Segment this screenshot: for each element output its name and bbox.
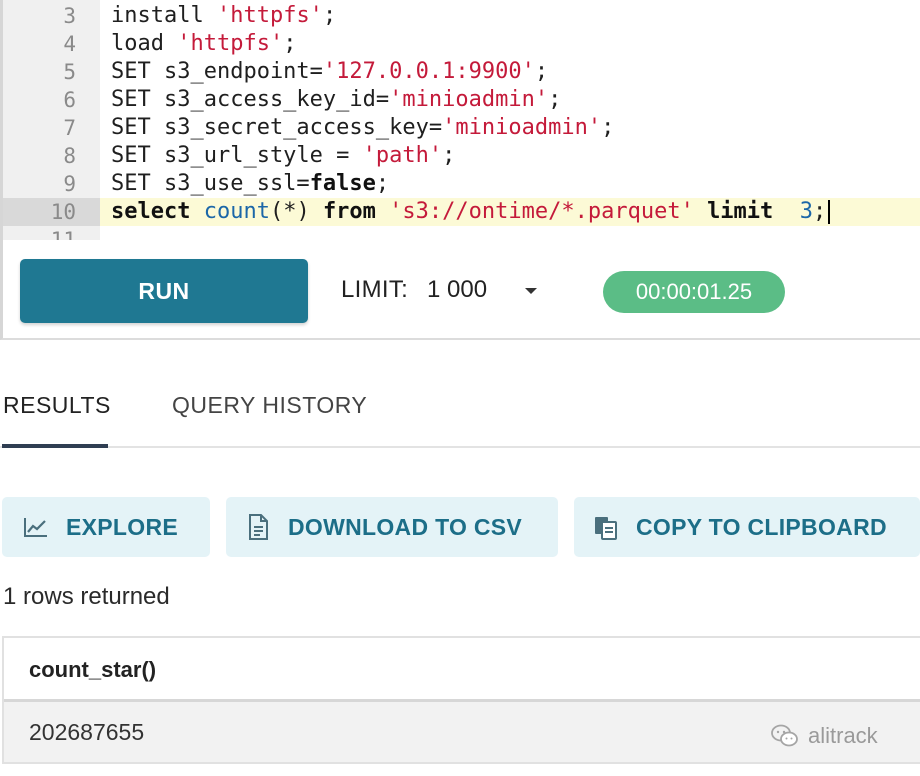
chart-line-icon	[22, 513, 50, 541]
code-token: false	[309, 171, 376, 196]
rows-returned-text: 1 rows returned	[3, 583, 170, 610]
active-tab-indicator	[2, 444, 108, 448]
explore-label: EXPLORE	[66, 513, 179, 540]
code-token: ;	[283, 31, 297, 56]
code-token: ;	[322, 3, 337, 28]
code-token: (*)	[269, 199, 323, 224]
code-token: SET s3_use_ssl=	[111, 171, 310, 196]
code-token: 'minioadmin'	[389, 87, 549, 112]
explore-button[interactable]: EXPLORE	[2, 497, 210, 557]
wechat-icon	[770, 723, 800, 749]
code-text[interactable]: load 'httpfs';	[111, 30, 296, 58]
download-csv-label: DOWNLOAD TO CSV	[288, 513, 523, 540]
results-tabs: RESULTS QUERY HISTORY	[0, 370, 920, 448]
code-text[interactable]: select count(*) from 's3://ontime/*.parq…	[111, 198, 831, 226]
document-icon	[244, 513, 272, 541]
code-line[interactable]: 11	[3, 226, 920, 240]
code-token: '127.0.0.1:9900'	[322, 59, 535, 84]
code-text[interactable]: SET s3_access_key_id='minioadmin';	[111, 86, 561, 114]
elapsed-time-badge: 00:00:01.25	[603, 271, 785, 313]
table-header[interactable]: count_star()	[4, 638, 920, 702]
code-token: SET s3_url_style =	[111, 143, 363, 168]
code-token: select	[111, 199, 204, 224]
sql-editor[interactable]: 3 install 'httpfs'; 4 load 'httpfs'; 5 SET s3…	[0, 0, 920, 240]
caret-down-icon[interactable]	[525, 288, 537, 294]
tab-results[interactable]: RESULTS	[3, 392, 111, 419]
code-token: limit	[707, 199, 774, 224]
code-token: ;	[601, 115, 615, 140]
run-button[interactable]: RUN	[20, 259, 308, 323]
watermark-text: alitrack	[808, 723, 878, 748]
code-token: load	[111, 31, 178, 56]
code-token: 'httpfs'	[177, 31, 284, 56]
code-token: from	[322, 199, 390, 224]
code-line[interactable]: 7 SET s3_secret_access_key='minioadmin';	[3, 114, 920, 142]
code-lines[interactable]: 3 install 'httpfs'; 4 load 'httpfs'; 5 SET s3…	[3, 2, 920, 240]
code-text[interactable]: SET s3_use_ssl=false;	[111, 170, 389, 198]
line-number: 9	[63, 172, 76, 196]
line-number: 11	[50, 228, 76, 240]
limit-label: LIMIT:	[341, 276, 409, 303]
code-token: 'minioadmin'	[442, 115, 602, 140]
code-line[interactable]: 6 SET s3_access_key_id='minioadmin';	[3, 86, 920, 114]
code-token: SET s3_secret_access_key=	[111, 115, 443, 140]
code-token: ;	[442, 143, 456, 168]
code-text[interactable]: SET s3_url_style = 'path';	[111, 142, 455, 170]
line-number: 7	[63, 116, 76, 140]
copy-to-clipboard-button[interactable]: COPY TO CLIPBOARD	[574, 497, 920, 557]
text-cursor	[828, 200, 831, 224]
line-number: 6	[63, 88, 76, 112]
code-token: SET s3_access_key_id=	[111, 87, 390, 112]
code-token: 3	[799, 199, 814, 224]
line-number: 10	[3, 198, 100, 226]
line-number: 3	[63, 4, 76, 28]
table-cell: 202687655	[29, 719, 145, 745]
line-number: 8	[63, 144, 76, 168]
code-line[interactable]: 3 install 'httpfs';	[3, 2, 920, 30]
code-token: ;	[375, 171, 390, 196]
code-text[interactable]: SET s3_secret_access_key='minioadmin';	[111, 114, 614, 142]
code-line[interactable]: 10 select count(*) from 's3://ontime/*.pa…	[3, 198, 920, 226]
clipboard-icon	[592, 513, 620, 541]
code-token: SET s3_endpoint=	[111, 59, 323, 84]
code-token: ;	[548, 87, 562, 112]
watermark: alitrack	[770, 723, 878, 749]
column-header: count_star()	[29, 657, 157, 682]
download-csv-button[interactable]: DOWNLOAD TO CSV	[226, 497, 558, 557]
code-token: ;	[813, 199, 827, 224]
run-toolbar: RUN LIMIT: 1 000 00:00:01.25	[0, 240, 920, 340]
code-token: count	[203, 199, 270, 224]
line-number: 4	[63, 32, 76, 56]
tab-query-history[interactable]: QUERY HISTORY	[172, 392, 367, 419]
code-token: install	[111, 3, 217, 28]
copy-to-clipboard-label: COPY TO CLIPBOARD	[636, 513, 887, 540]
code-line[interactable]: 9 SET s3_use_ssl=false;	[3, 170, 920, 198]
code-token: 'httpfs'	[216, 3, 323, 28]
code-line[interactable]: 8 SET s3_url_style = 'path';	[3, 142, 920, 170]
code-token: 's3://ontime/*.parquet'	[389, 199, 694, 224]
code-token: ;	[534, 59, 549, 84]
code-line[interactable]: 4 load 'httpfs';	[3, 30, 920, 58]
code-text[interactable]: install 'httpfs';	[111, 2, 336, 30]
limit-select[interactable]: 1 000	[427, 276, 487, 304]
code-token: 'path'	[362, 143, 443, 168]
code-line[interactable]: 5 SET s3_endpoint='127.0.0.1:9900';	[3, 58, 920, 86]
code-text[interactable]: SET s3_endpoint='127.0.0.1:9900';	[111, 58, 548, 86]
line-number: 5	[63, 60, 76, 84]
